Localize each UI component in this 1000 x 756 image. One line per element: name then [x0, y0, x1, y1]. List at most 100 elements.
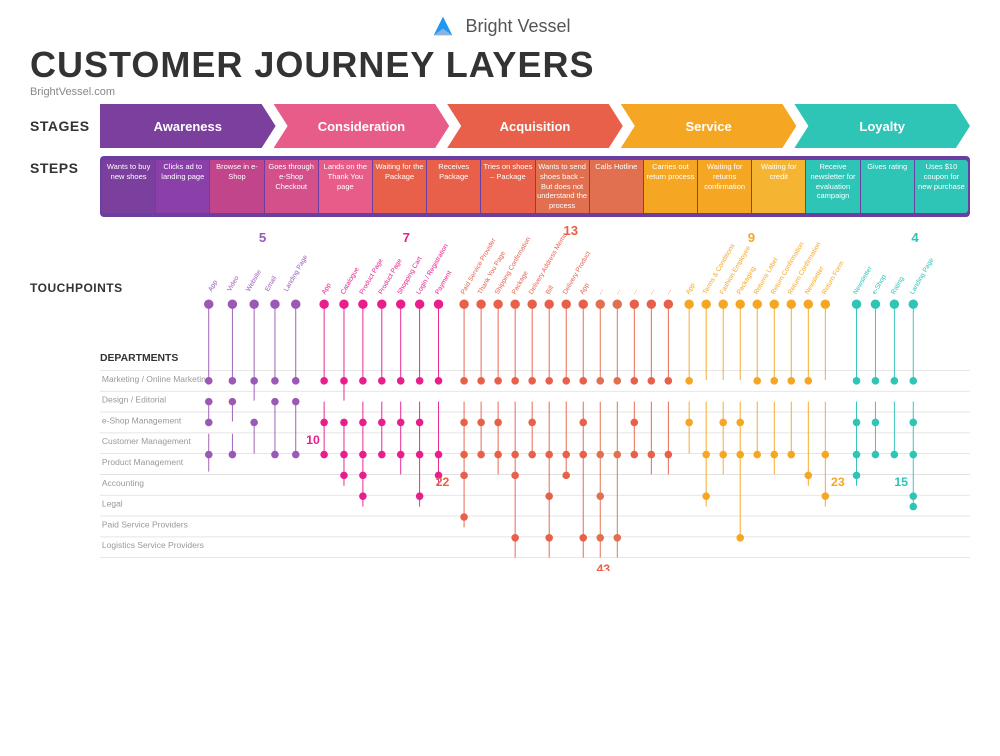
- dept-dot: [562, 377, 570, 385]
- dept-dot: [340, 451, 348, 459]
- dept-dot: [872, 377, 880, 385]
- dept-dot: [359, 418, 367, 426]
- dept-dot: [477, 451, 485, 459]
- dept-dot: [494, 451, 502, 459]
- tp-dot: [544, 299, 553, 308]
- dept-dot: [205, 377, 213, 385]
- dept-dot: [648, 377, 656, 385]
- svg-text:App: App: [321, 282, 333, 296]
- svg-text:App: App: [207, 279, 219, 293]
- left-label-col: TOUCHPOINTS: [30, 221, 100, 315]
- svg-text:...: ...: [664, 287, 673, 295]
- tp-dot: [770, 299, 779, 308]
- dept-dot: [648, 451, 656, 459]
- dept-dot: [909, 451, 917, 459]
- dept-dot: [805, 471, 813, 479]
- stages-label: STAGES: [30, 118, 100, 134]
- tp-dot: [339, 299, 348, 308]
- stages-container: Awareness Consideration Acquisition Serv…: [100, 104, 970, 148]
- dept-dot: [271, 398, 279, 406]
- dept-dot: [631, 451, 639, 459]
- dept-dot: [340, 418, 348, 426]
- dept-dot: [872, 418, 880, 426]
- dept-dot: [397, 451, 405, 459]
- touchpoints-chart: Marketing / Online Marketing Design / Ed…: [100, 221, 970, 571]
- dept-dot: [613, 377, 621, 385]
- tp-dot: [735, 299, 744, 308]
- dept-dot: [909, 492, 917, 500]
- dept-dot: [736, 451, 744, 459]
- svg-text:Landing Page: Landing Page: [909, 256, 936, 295]
- tp-dot: [249, 299, 258, 308]
- stage-loyalty: Loyalty: [794, 104, 970, 148]
- svg-text:Email: Email: [264, 274, 279, 292]
- tp-dot: [578, 299, 587, 308]
- dept-dot: [460, 471, 468, 479]
- tp-dot: [415, 299, 424, 308]
- dept-dot: [579, 377, 587, 385]
- steps-label: STEPS: [30, 156, 100, 176]
- step-9: Wants to send shoes back – But does not …: [536, 160, 589, 213]
- dept-dot: [435, 377, 443, 385]
- tp-dot: [684, 299, 693, 308]
- dept-dot: [736, 418, 744, 426]
- tp-dot: [319, 299, 328, 308]
- count-loyalty: 4: [911, 230, 919, 245]
- dept-dot: [613, 534, 621, 542]
- tp-dot: [664, 299, 673, 308]
- step-5: Lands on the Thank You page: [319, 160, 372, 213]
- dept-dot: [528, 418, 536, 426]
- count-awareness: 5: [259, 230, 266, 245]
- dept-dot: [787, 377, 795, 385]
- dept-dot: [631, 377, 639, 385]
- tp-dot: [821, 299, 830, 308]
- tp-dot: [596, 299, 605, 308]
- dept-dot: [596, 492, 604, 500]
- bright-vessel-logo-icon: [429, 12, 457, 40]
- dept-dot: [250, 377, 258, 385]
- dept-dot: [416, 451, 424, 459]
- dept-dot: [511, 451, 519, 459]
- logo-row: Bright Vessel: [429, 12, 570, 40]
- dept-dot: [853, 451, 861, 459]
- tp-dot: [613, 299, 622, 308]
- svg-text:Catalogue: Catalogue: [340, 266, 361, 296]
- dept-dot: [340, 377, 348, 385]
- tp-dot: [358, 299, 367, 308]
- dept-dot: [271, 377, 279, 385]
- dept-dot: [853, 471, 861, 479]
- dept-dot: [460, 451, 468, 459]
- dept-product: Product Management: [102, 457, 184, 467]
- tp-dot: [270, 299, 279, 308]
- tp-dot: [377, 299, 386, 308]
- stage-awareness: Awareness: [100, 104, 276, 148]
- dept-dot: [205, 398, 213, 406]
- dept-legal: Legal: [102, 498, 123, 508]
- dept-dot: [685, 418, 693, 426]
- step-12: Waiting for returns confirmation: [698, 160, 751, 213]
- dept-dot: [416, 492, 424, 500]
- dept-dot: [545, 534, 553, 542]
- dept-dot: [528, 377, 536, 385]
- tp-dot: [459, 299, 468, 308]
- tp-dot: [718, 299, 727, 308]
- count-consideration: 7: [403, 230, 410, 245]
- step-1: Wants to buy new shoes: [102, 160, 155, 213]
- dept-dot: [770, 377, 778, 385]
- step-8: Tries on shoes – Package: [481, 160, 534, 213]
- dept-dot: [416, 418, 424, 426]
- step-15: Gives rating: [861, 160, 914, 213]
- dept-dot: [460, 377, 468, 385]
- dept-dot: [685, 377, 693, 385]
- step-16: Uses $10 coupon for new purchase: [915, 160, 968, 213]
- step-4: Goes through e-Shop Checkout: [265, 160, 318, 213]
- step-10: Calls Hotline: [590, 160, 643, 213]
- step-3: Browse in e-Shop: [210, 160, 263, 213]
- dept-dot: [477, 377, 485, 385]
- dept-dot: [460, 418, 468, 426]
- stage-service: Service: [621, 104, 797, 148]
- dept-dot: [359, 377, 367, 385]
- dept-dot: [378, 377, 386, 385]
- svg-text:Return Form: Return Form: [821, 259, 846, 295]
- count-accounting-15: 15: [894, 475, 908, 489]
